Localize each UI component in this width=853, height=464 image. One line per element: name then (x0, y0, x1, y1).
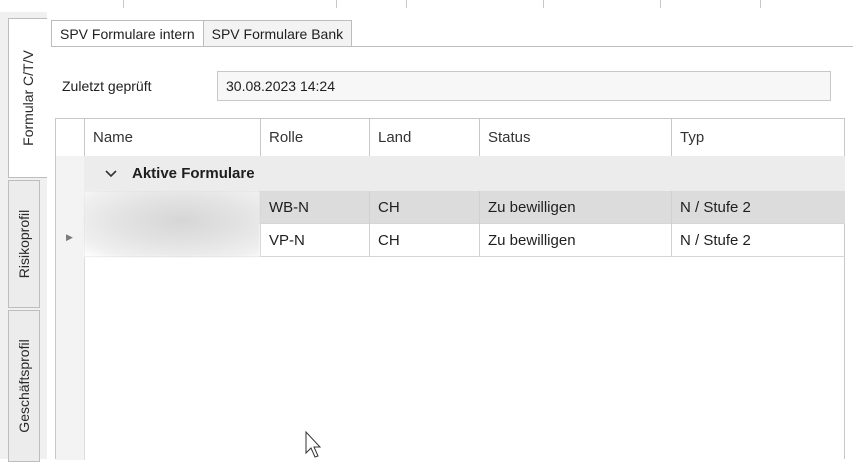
cell-typ: N / Stufe 2 (671, 191, 845, 224)
toolbar-separator (336, 0, 337, 8)
tab-spv-formulare-intern[interactable]: SPV Formulare intern (51, 20, 204, 46)
toolbar-separator (660, 0, 661, 8)
cell-status: Zu bewilligen (479, 224, 671, 257)
forms-grid: Name Rolle Land Status Typ ▶ Aktive Form… (55, 118, 845, 460)
vtab-risikoprofil-label: Risikoprofil (16, 209, 32, 279)
vtab-risikoprofil[interactable]: Risikoprofil (8, 180, 40, 308)
tab-spv-formulare-bank[interactable]: SPV Formulare Bank (202, 20, 353, 46)
toolbar-separator (760, 0, 761, 8)
cell-rolle: VP-N (260, 224, 369, 257)
tab-bar: SPV Formulare intern SPV Formulare Bank (51, 20, 353, 46)
vtab-geschaeftsprofil-label: Geschäftsprofil (16, 339, 32, 433)
column-header-typ[interactable]: Typ (671, 119, 845, 156)
last-checked-field[interactable]: 30.08.2023 14:24 (217, 71, 831, 101)
cell-typ: N / Stufe 2 (671, 224, 845, 257)
triangle-right-icon: ▶ (66, 232, 73, 242)
cell-land: CH (369, 191, 479, 224)
column-header-land[interactable]: Land (369, 119, 479, 156)
redacted-name-area (84, 191, 260, 257)
last-checked-row: Zuletzt geprüft 30.08.2023 14:24 (62, 71, 831, 101)
last-checked-label: Zuletzt geprüft (62, 78, 152, 94)
cell-rolle: WB-N (260, 191, 369, 224)
mouse-pointer-icon (305, 430, 322, 464)
main-panel: SPV Formulare intern SPV Formulare Bank … (47, 12, 853, 460)
vtab-formular-label: Formular C/T/V (20, 50, 36, 146)
group-label: Aktive Formulare (132, 165, 255, 182)
vertical-tab-strip: Formular C/T/V Risikoprofil Geschäftspro… (0, 12, 48, 462)
cell-land: CH (369, 224, 479, 257)
column-header-name[interactable]: Name (84, 119, 260, 156)
row-indicator-column (56, 156, 85, 460)
toolbar-separator (406, 0, 407, 8)
vtab-geschaeftsprofil[interactable]: Geschäftsprofil (8, 310, 40, 462)
grid-header: Name Rolle Land Status Typ (56, 119, 844, 157)
chevron-down-icon[interactable] (100, 169, 122, 179)
vtab-formular[interactable]: Formular C/T/V (8, 18, 48, 178)
column-header-rolle[interactable]: Rolle (260, 119, 369, 156)
column-header-status[interactable]: Status (479, 119, 671, 156)
toolbar-separator (123, 0, 124, 8)
tab-divider (51, 46, 853, 47)
group-row-aktive-formulare[interactable]: Aktive Formulare (84, 156, 845, 192)
cell-status: Zu bewilligen (479, 191, 671, 224)
toolbar-separator (543, 0, 544, 8)
